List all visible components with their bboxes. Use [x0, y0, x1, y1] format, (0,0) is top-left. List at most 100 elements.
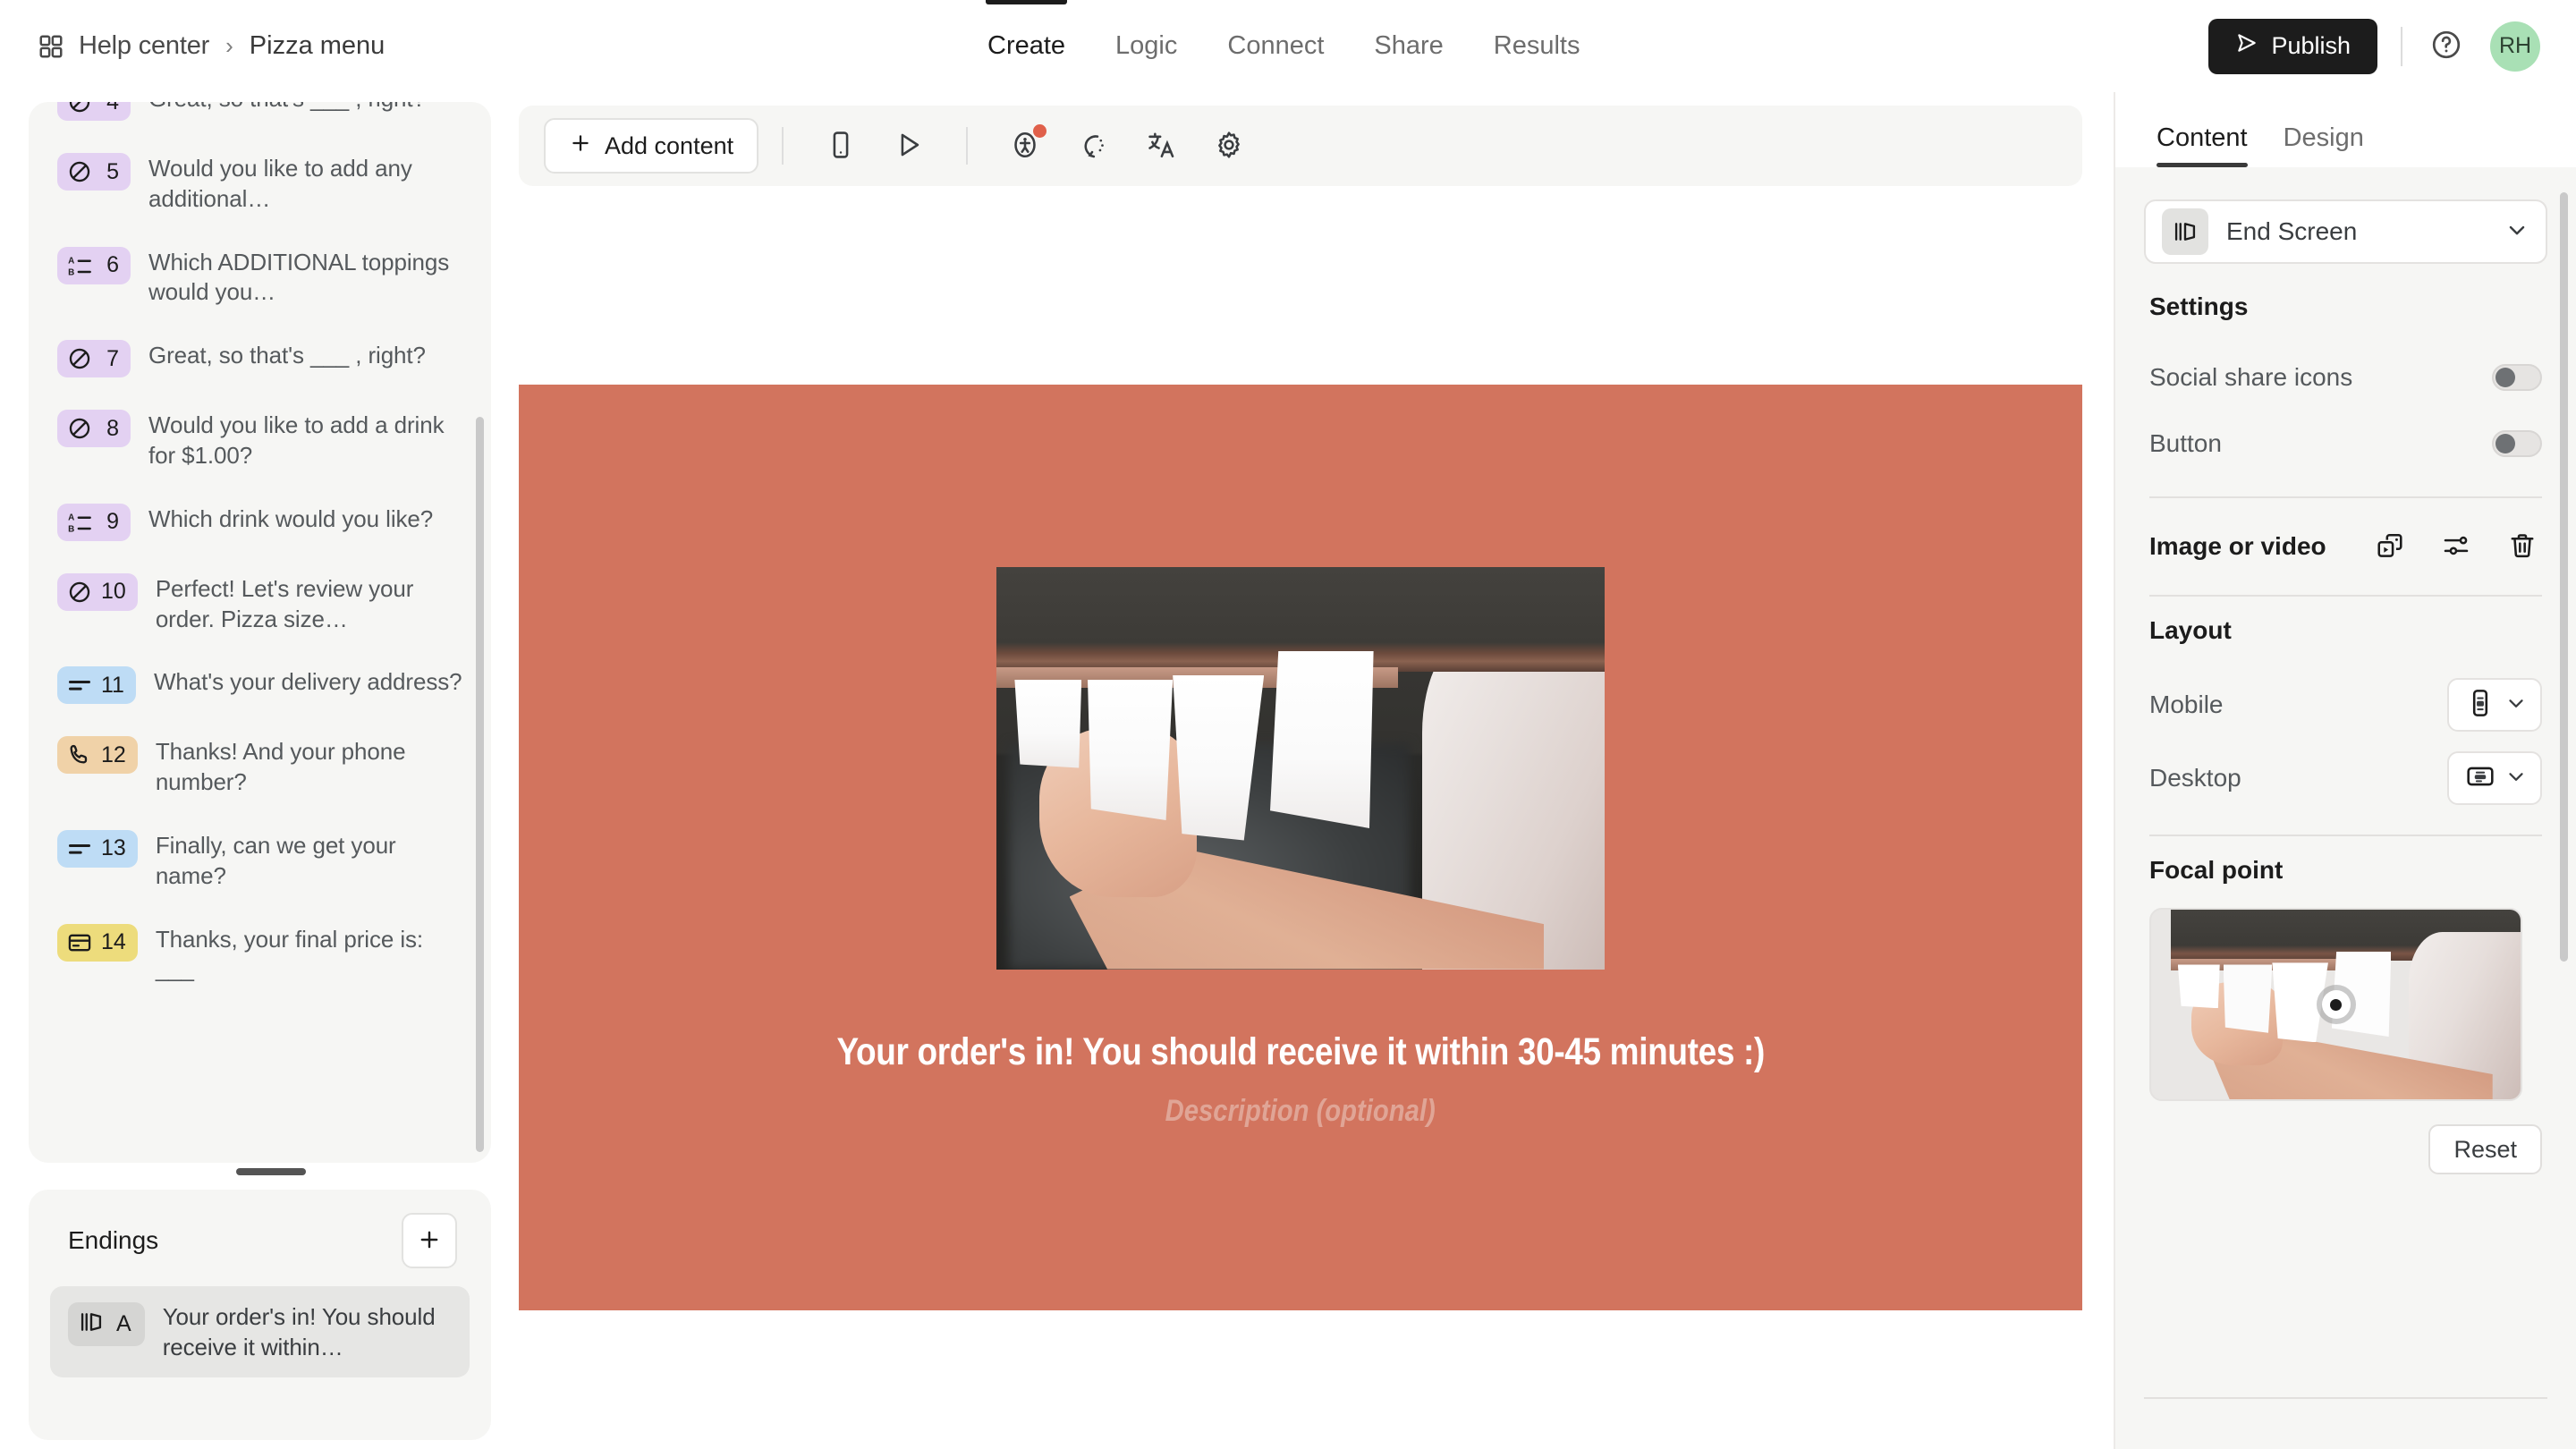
setting-label: Button	[2149, 429, 2222, 457]
toggle-knob	[2496, 368, 2515, 387]
replace-media-button[interactable]	[2370, 527, 2410, 566]
layout-mobile-stacked-icon	[2465, 688, 2496, 723]
question-item-12[interactable]: 12 Thanks! And your phone number?	[29, 719, 491, 813]
question-item-6[interactable]: A B 6 Which ADDITIONAL toppings would yo…	[29, 230, 491, 324]
left-sidebar: 4 Great, so that's ___ , right? 5 Would …	[29, 92, 491, 1449]
ending-item-a[interactable]: A Your order's in! You should receive it…	[50, 1286, 470, 1377]
question-item-11[interactable]: 11 What's your delivery address?	[29, 649, 491, 719]
replace-media-icon	[2376, 531, 2404, 563]
screen-type-select[interactable]: End Screen	[2144, 199, 2547, 264]
accessibility-button[interactable]	[1000, 121, 1050, 171]
desktop-layout-select[interactable]	[2447, 751, 2542, 805]
right-panel-scrollbar[interactable]	[2560, 192, 2568, 962]
layout-label: Mobile	[2149, 691, 2224, 718]
question-badge: 14	[57, 923, 138, 962]
endings-header: Endings	[50, 1213, 470, 1268]
tab-create[interactable]: Create	[984, 0, 1069, 92]
chevron-down-icon	[2504, 691, 2528, 719]
multiple-choice-icon: A B	[67, 253, 92, 278]
tab-share[interactable]: Share	[1370, 0, 1446, 92]
chevron-down-icon	[2504, 217, 2529, 247]
settings-gear-icon	[1214, 130, 1244, 163]
focal-point-reset-button[interactable]: Reset	[2428, 1124, 2542, 1174]
question-badge: 13	[57, 829, 138, 868]
header-actions: Publish RH	[2208, 0, 2540, 92]
question-number: 4	[106, 102, 119, 114]
grid-icon[interactable]	[38, 33, 64, 60]
end-screen-title[interactable]: Your order's in! You should receive it w…	[836, 1030, 1765, 1074]
add-ending-button[interactable]	[402, 1213, 457, 1268]
question-item-14[interactable]: 14 Thanks, your final price is: ___	[29, 907, 491, 1001]
endings-section: Endings A Your order's in! You should re…	[29, 1190, 491, 1440]
question-list: 4 Great, so that's ___ , right? 5 Would …	[29, 102, 491, 1163]
translate-icon	[1146, 130, 1176, 163]
adjust-sliders-button[interactable]	[2436, 527, 2476, 566]
question-number: 5	[106, 158, 119, 184]
no-entry-icon	[67, 580, 92, 605]
add-content-button[interactable]: Add content	[544, 118, 759, 174]
question-item-5[interactable]: 5 Would you like to add any additional…	[29, 136, 491, 230]
avatar[interactable]: RH	[2490, 21, 2540, 72]
question-item-7[interactable]: 7 Great, so that's ___ , right?	[29, 323, 491, 393]
end-screen-canvas[interactable]: Your order's in! You should receive it w…	[519, 385, 2082, 1310]
layout-title: Layout	[2149, 616, 2232, 644]
question-item-9[interactable]: A B 9 Which drink would you like?	[29, 487, 491, 556]
question-item-4[interactable]: 4 Great, so that's ___ , right?	[29, 102, 491, 136]
app-header: Help center › Pizza menu Create Logic Co…	[0, 0, 2576, 92]
right-panel-body: End Screen Settings Social share icons B…	[2115, 167, 2576, 1449]
mobile-preview-button[interactable]	[816, 121, 866, 171]
panel-divider-4	[2144, 1397, 2547, 1399]
add-content-label: Add content	[605, 131, 734, 159]
button-toggle[interactable]	[2492, 430, 2542, 457]
panel-divider-1	[2149, 496, 2542, 498]
end-screen-image[interactable]	[996, 566, 1605, 970]
tab-results[interactable]: Results	[1490, 0, 1584, 92]
settings-gear-button[interactable]	[1204, 121, 1254, 171]
preview-play-button[interactable]	[884, 121, 934, 171]
toolbar-divider-1	[782, 127, 784, 165]
focal-point-title: Focal point	[2149, 856, 2284, 884]
no-entry-icon	[67, 102, 92, 114]
phone-icon	[67, 742, 92, 767]
question-circle-icon	[2430, 29, 2462, 64]
svg-text:B: B	[68, 267, 74, 277]
setting-label: Social share icons	[2149, 363, 2353, 391]
reset-arrow-button[interactable]	[1068, 121, 1118, 171]
plus-icon	[569, 131, 592, 161]
question-item-13[interactable]: 13 Finally, can we get your name?	[29, 813, 491, 907]
breadcrumb-root[interactable]: Help center	[79, 31, 209, 61]
setting-button: Button	[2144, 411, 2547, 477]
end-screen-description-placeholder[interactable]: Description (optional)	[1165, 1094, 1436, 1129]
short-text-icon	[67, 836, 92, 861]
ending-letter: A	[116, 1311, 131, 1336]
tab-logic[interactable]: Logic	[1112, 0, 1181, 92]
toolbar-divider-2	[966, 127, 969, 165]
image-ticket-1	[1014, 679, 1082, 768]
question-item-8[interactable]: 8 Would you like to add a drink for $1.0…	[29, 393, 491, 487]
delete-media-button[interactable]	[2503, 527, 2542, 566]
mobile-preview-icon	[826, 130, 856, 163]
focal-point-marker[interactable]	[2321, 990, 2351, 1019]
help-button[interactable]	[2426, 26, 2467, 67]
breadcrumb-current[interactable]: Pizza menu	[250, 31, 386, 61]
short-text-icon	[67, 673, 92, 698]
tab-content[interactable]: Content	[2157, 123, 2248, 167]
publish-button[interactable]: Publish	[2208, 18, 2377, 74]
focal-point-preview[interactable]	[2149, 908, 2522, 1101]
question-list-scrollbar[interactable]	[476, 417, 484, 1152]
tab-connect[interactable]: Connect	[1224, 0, 1327, 92]
canvas-toolbar: Add content	[519, 106, 2082, 186]
social-share-icons-toggle[interactable]	[2492, 364, 2542, 391]
panel-resize-handle[interactable]	[236, 1168, 306, 1175]
media-actions	[2370, 527, 2542, 566]
question-text: Finally, can we get your name?	[155, 831, 396, 889]
svg-text:B: B	[68, 524, 74, 534]
translate-button[interactable]	[1136, 121, 1186, 171]
plus-icon	[417, 1227, 442, 1255]
tab-design[interactable]: Design	[2284, 123, 2364, 167]
adjust-sliders-icon	[2442, 531, 2470, 563]
question-number: 13	[101, 835, 126, 861]
question-item-10[interactable]: 10 Perfect! Let's review your order. Piz…	[29, 556, 491, 650]
mobile-layout-select[interactable]	[2447, 678, 2542, 732]
question-text: Perfect! Let's review your order. Pizza …	[155, 574, 414, 632]
